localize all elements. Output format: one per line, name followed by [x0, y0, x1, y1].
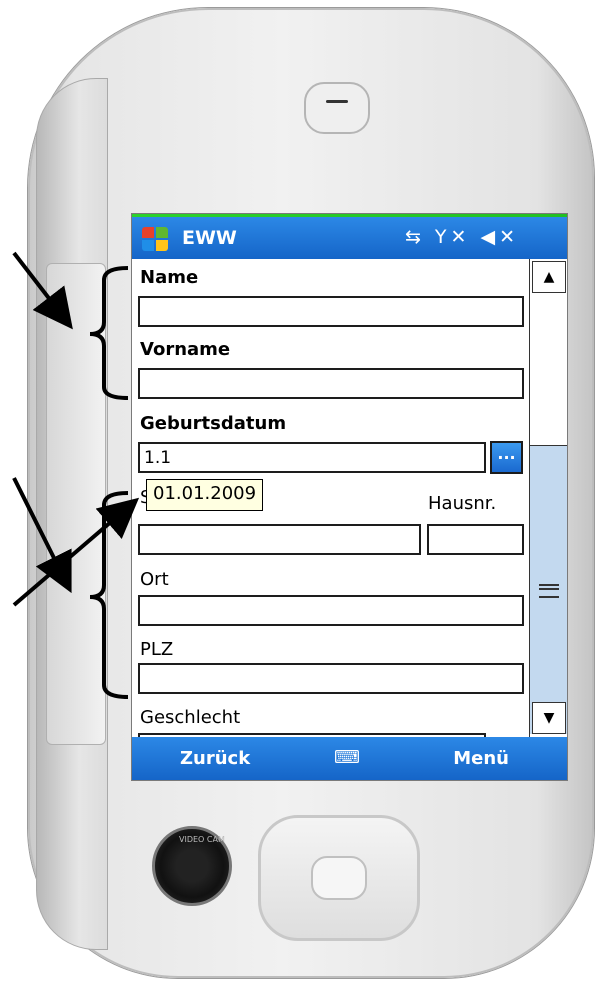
camera-label: VIDEO CAM [155, 829, 229, 903]
plz-label: PLZ [140, 639, 174, 660]
screen: EWW ⇆ Y✕ ◀✕ Name Vorname Geburtsdatum 1.… [131, 213, 568, 781]
status-icons[interactable]: ⇆ Y✕ ◀✕ [405, 226, 519, 248]
vorname-label: Vorname [140, 339, 231, 360]
scroll-thumb[interactable] [530, 445, 567, 734]
app-title: EWW [182, 227, 237, 249]
geburtsdatum-label: Geburtsdatum [140, 413, 287, 434]
ort-input[interactable] [138, 595, 524, 626]
ort-label: Ort [140, 569, 169, 590]
hausnr-label: Hausnr. [428, 493, 497, 514]
title-bar: EWW ⇆ Y✕ ◀✕ [132, 217, 567, 259]
form-content: Name Vorname Geburtsdatum 1.1 ... S Haus… [132, 259, 529, 764]
vorname-input[interactable] [138, 368, 524, 399]
windows-start-icon[interactable] [140, 225, 170, 253]
keyboard-icon[interactable]: ⌨ [334, 747, 360, 768]
camera-label-text: VIDEO CAM [179, 835, 225, 844]
dpad-center-button[interactable] [311, 856, 367, 900]
video-cam-button[interactable]: VIDEO CAM [152, 826, 232, 906]
scroll-grip-icon [539, 584, 559, 598]
plz-input[interactable] [138, 663, 524, 694]
scroll-up-button[interactable]: ▲ [532, 261, 566, 293]
strasse-input[interactable] [138, 524, 421, 555]
softkey-bar: Zurück ⌨ Menü [132, 737, 567, 780]
softkey-right-menu[interactable]: Menü [453, 748, 509, 769]
softkey-left-zurueck[interactable]: Zurück [180, 748, 250, 769]
speaker-slot [304, 82, 370, 134]
date-tooltip: 01.01.2009 [146, 479, 264, 511]
device-side-panel [46, 263, 106, 745]
date-picker-button[interactable]: ... [490, 441, 523, 474]
name-input[interactable] [138, 296, 524, 327]
geburtsdatum-input[interactable]: 1.1 [138, 442, 486, 473]
geschlecht-label: Geschlecht [140, 707, 241, 728]
name-label: Name [140, 267, 199, 288]
hausnr-input[interactable] [427, 524, 524, 555]
vertical-scrollbar[interactable]: ▲ ▼ [529, 259, 567, 737]
dpad[interactable] [258, 815, 420, 941]
scroll-down-button[interactable]: ▼ [532, 702, 566, 734]
